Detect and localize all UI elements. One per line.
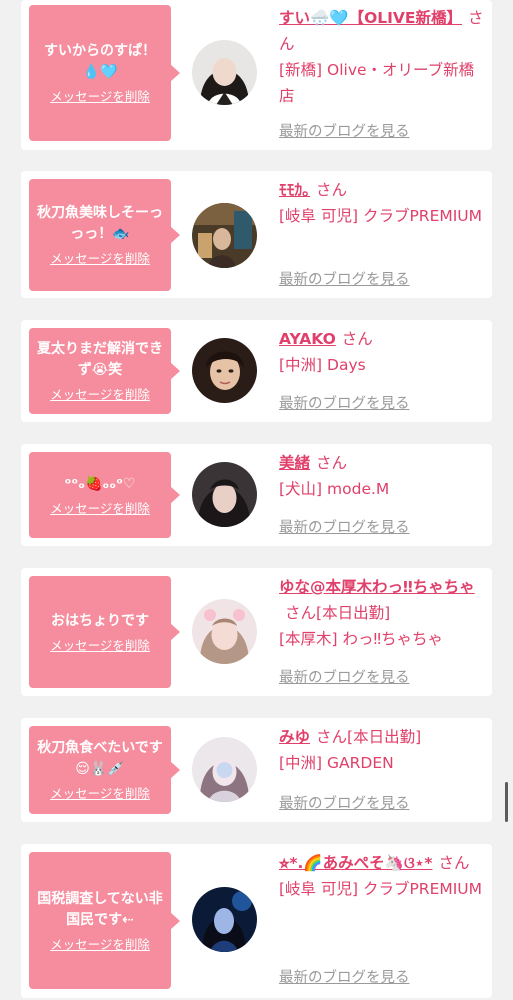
scrollbar[interactable] [505,782,508,822]
honorific: さん [341,330,373,348]
avatar[interactable] [192,599,257,664]
avatar[interactable] [192,203,257,268]
message-bubble: 国税調査してない非国民です⇠ メッセージを削除 [29,852,180,989]
latest-blog-link[interactable]: 最新のブログを見る [279,966,410,987]
latest-blog-link[interactable]: 最新のブログを見る [279,666,410,687]
message-bubble: ᵒᵒₒ🍓ₒₒᵒ♡ メッセージを削除 [29,452,180,538]
post-card: 秋刀魚食べたいです😌🐰💉 メッセージを削除 みゆ さん[本日出勤] [中洲] GA… [21,718,492,822]
shop-label: [犬山] mode.M [279,480,390,498]
shop-label: [新橋] Olive・オリーブ新橋店 [279,61,475,105]
latest-blog-link[interactable]: 最新のブログを見る [279,268,410,289]
cast-info: ゆな@本厚木わっ‼︎ちゃちゃさん[本日出勤] [本厚木] わっ‼︎ちゃちゃ [279,574,484,652]
message-bubble: おはちょりです メッセージを削除 [29,576,180,688]
shop-label: [中洲] Days [279,356,366,374]
avatar[interactable] [192,462,257,527]
post-card: すいからのすぱ！ 💧🩵 メッセージを削除 すい🌨️🩵【OLIVE新橋】 さん [新… [21,0,492,150]
message-bubble: 夏太りまだ解消できず😭笑 メッセージを削除 [29,328,180,414]
message-text: すいからのすぱ！ 💧🩵 [44,43,156,80]
cast-name-link[interactable]: 美緒 [279,454,310,472]
post-card: 国税調査してない非国民です⇠ メッセージを削除 ⭐︎*.🌈あみぺそ🦄ଓ⋆* さん … [21,844,492,998]
message-bubble: すいからのすぱ！ 💧🩵 メッセージを削除 [29,5,180,141]
cast-info: 美緒 さん [犬山] mode.M [279,450,484,502]
honorific: さん [316,181,348,199]
cast-name-link[interactable]: AYAKO [279,330,336,348]
status-badge: [本日出勤] [316,604,391,622]
post-card: 秋刀魚美味しそーっっっ！🐟 メッセージを削除 ﾓﾓｶ｡ さん [岐阜 可児] クラ… [21,171,492,298]
avatar[interactable] [192,887,257,952]
latest-blog-link[interactable]: 最新のブログを見る [279,392,410,413]
post-card: 夏太りまだ解消できず😭笑 メッセージを削除 AYAKO さん [中洲] Days … [21,320,492,422]
cast-info: ⭐︎*.🌈あみぺそ🦄ଓ⋆* さん [岐阜 可児] クラブPREMIUM [279,850,484,902]
honorific: さん [438,854,470,872]
cast-name-link[interactable]: ⭐︎*.🌈あみぺそ🦄ଓ⋆* [279,854,432,872]
delete-message-link[interactable]: メッセージを削除 [50,786,150,802]
cast-name-link[interactable]: みゆ [279,728,310,746]
delete-message-link[interactable]: メッセージを削除 [50,937,150,953]
delete-message-link[interactable]: メッセージを削除 [50,638,150,654]
post-card: ᵒᵒₒ🍓ₒₒᵒ♡ メッセージを削除 美緒 さん [犬山] mode.M 最新のブロ… [21,444,492,546]
avatar[interactable] [192,338,257,403]
message-bubble: 秋刀魚美味しそーっっっ！🐟 メッセージを削除 [29,179,180,291]
delete-message-link[interactable]: メッセージを削除 [50,501,150,517]
cast-name-link[interactable]: ゆな@本厚木わっ‼︎ちゃちゃ [279,578,475,596]
message-bubble: 秋刀魚食べたいです😌🐰💉 メッセージを削除 [29,726,180,814]
shop-label: [本厚木] わっ‼︎ちゃちゃ [279,630,444,648]
avatar[interactable] [192,737,257,802]
delete-message-link[interactable]: メッセージを削除 [50,89,150,105]
shop-label: [岐阜 可児] クラブPREMIUM [279,207,483,225]
latest-blog-link[interactable]: 最新のブログを見る [279,120,410,141]
delete-message-link[interactable]: メッセージを削除 [50,251,150,267]
cast-name-link[interactable]: ﾓﾓｶ｡ [279,181,310,199]
honorific: さん [316,728,348,746]
cast-name-link[interactable]: すい🌨️🩵【OLIVE新橋】 [279,9,462,27]
cast-info: ﾓﾓｶ｡ さん [岐阜 可児] クラブPREMIUM [279,177,484,229]
honorific: さん [316,454,348,472]
shop-label: [岐阜 可児] クラブPREMIUM [279,880,483,898]
honorific: さん [285,604,317,622]
post-card: おはちょりです メッセージを削除 ゆな@本厚木わっ‼︎ちゃちゃさん[本日出勤] … [21,568,492,696]
latest-blog-link[interactable]: 最新のブログを見る [279,792,410,813]
message-text: 国税調査してない非国民です⇠ [37,890,163,928]
message-text: 秋刀魚美味しそーっっっ！🐟 [37,205,163,242]
shop-label: [中洲] GARDEN [279,754,394,772]
blog-feed: すいからのすぱ！ 💧🩵 メッセージを削除 すい🌨️🩵【OLIVE新橋】 さん [新… [0,0,513,1000]
message-text: ᵒᵒₒ🍓ₒₒᵒ♡ [64,475,136,492]
delete-message-link[interactable]: メッセージを削除 [50,387,150,403]
message-text: おはちょりです [51,612,149,629]
message-text: 夏太りまだ解消できず😭笑 [37,341,163,378]
cast-info: みゆ さん[本日出勤] [中洲] GARDEN [279,724,484,776]
message-text: 秋刀魚食べたいです😌🐰💉 [37,740,163,777]
latest-blog-link[interactable]: 最新のブログを見る [279,516,410,537]
cast-info: AYAKO さん [中洲] Days [279,326,484,378]
avatar[interactable] [192,40,257,105]
cast-info: すい🌨️🩵【OLIVE新橋】 さん [新橋] Olive・オリーブ新橋店 [279,5,484,109]
status-badge: [本日出勤] [347,728,422,746]
